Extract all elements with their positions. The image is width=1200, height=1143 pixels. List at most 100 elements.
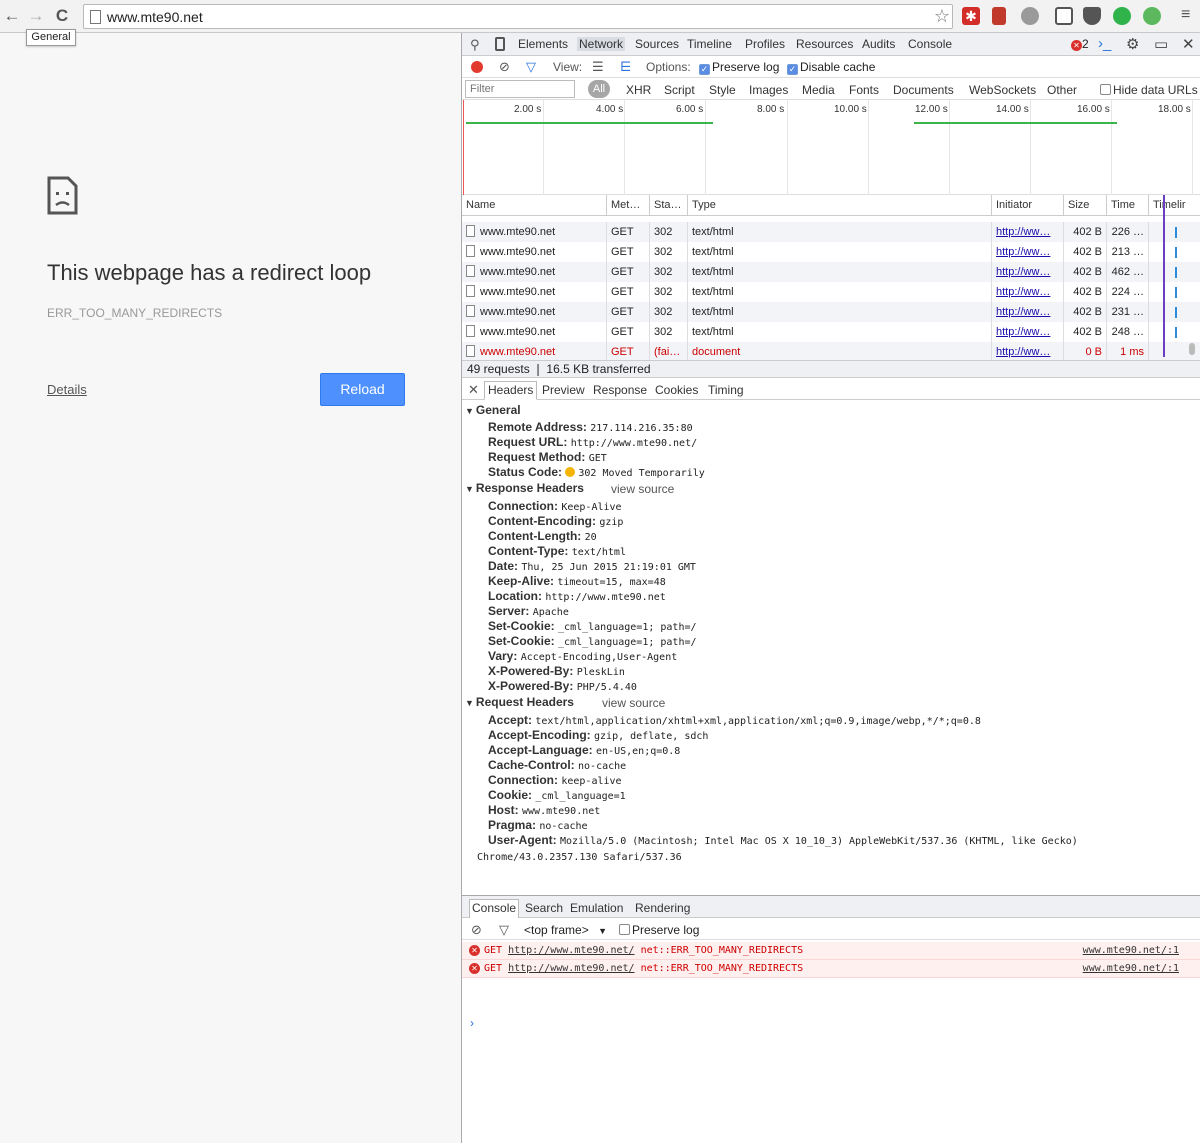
red-book-icon[interactable] bbox=[992, 7, 1006, 25]
request-view-source-link[interactable]: view source bbox=[602, 696, 665, 710]
table-scrollbar[interactable] bbox=[1189, 343, 1195, 355]
table-row[interactable]: www.mte90.net GET 302 text/html http://ww… 40… bbox=[462, 262, 1200, 282]
frame-select[interactable]: <top frame> ▼ bbox=[524, 923, 607, 937]
gray-pen-icon[interactable] bbox=[1021, 7, 1039, 25]
console-error-message[interactable]: ✕ GET http://www.mte90.net/ net::ERR_TOO_… bbox=[462, 960, 1200, 978]
response-view-source-link[interactable]: view source bbox=[611, 482, 674, 496]
reload-button[interactable]: Reload bbox=[320, 373, 405, 406]
cell-initiator[interactable]: http://ww… bbox=[992, 302, 1064, 322]
hide-data-urls-checkbox[interactable]: Hide data URLs bbox=[1100, 83, 1198, 97]
chrome-menu-icon[interactable]: ≡ bbox=[1181, 6, 1190, 24]
cell-initiator[interactable]: http://ww… bbox=[992, 342, 1064, 362]
dock-side-icon[interactable]: ▭ bbox=[1154, 35, 1168, 53]
filter-fonts[interactable]: Fonts bbox=[849, 83, 879, 97]
filter-other[interactable]: Other bbox=[1047, 83, 1077, 97]
message-source-link[interactable]: www.mte90.net/:1 bbox=[1083, 960, 1179, 977]
console-preserve-log-checkbox[interactable]: Preserve log bbox=[619, 923, 699, 937]
close-devtools-icon[interactable]: ✕ bbox=[1182, 35, 1195, 53]
tab-network[interactable]: Network bbox=[577, 37, 626, 51]
tab-resources[interactable]: Resources bbox=[796, 37, 853, 51]
cell-initiator[interactable]: http://ww… bbox=[992, 262, 1064, 282]
filter-input[interactable] bbox=[465, 80, 575, 98]
tab-timeline[interactable]: Timeline bbox=[687, 37, 732, 51]
settings-gear-icon[interactable]: ⚙ bbox=[1126, 35, 1139, 53]
table-row[interactable]: www.mte90.net GET 302 text/html http://ww… 40… bbox=[462, 222, 1200, 242]
drawer-toggle-icon[interactable]: ›_ bbox=[1098, 35, 1111, 52]
general-section-header[interactable]: ▼ General bbox=[465, 403, 521, 417]
drawer-tab-rendering[interactable]: Rendering bbox=[635, 901, 690, 915]
tab-elements[interactable]: Elements bbox=[518, 37, 568, 51]
bookmark-star-icon[interactable]: ☆ bbox=[934, 6, 950, 27]
lastpass-icon[interactable]: ✱ bbox=[962, 7, 980, 25]
filter-xhr[interactable]: XHR bbox=[626, 83, 651, 97]
message-source-link[interactable]: www.mte90.net/:1 bbox=[1083, 942, 1179, 959]
back-button[interactable]: ← bbox=[2, 6, 22, 26]
tab-response[interactable]: Response bbox=[593, 383, 647, 397]
close-detail-icon[interactable]: ✕ bbox=[468, 382, 479, 398]
screenshot-icon[interactable] bbox=[1055, 7, 1073, 25]
console-filter-icon[interactable]: ▽ bbox=[499, 922, 509, 938]
cell-size: 402 B bbox=[1064, 302, 1107, 322]
tab-profiles[interactable]: Profiles bbox=[745, 37, 785, 51]
clear-console-icon[interactable]: ⊘ bbox=[471, 922, 482, 938]
drawer-tab-search[interactable]: Search bbox=[525, 901, 563, 915]
filter-icon[interactable]: ▽ bbox=[526, 59, 536, 75]
col-status[interactable]: Sta… bbox=[650, 195, 688, 216]
tab-headers[interactable]: Headers bbox=[484, 381, 538, 400]
col-timeline[interactable]: Timelir bbox=[1149, 195, 1200, 216]
preserve-log-checkbox[interactable]: ✓ Preserve log bbox=[699, 60, 779, 75]
pocket-icon[interactable] bbox=[1083, 7, 1101, 25]
green-d-icon[interactable] bbox=[1113, 7, 1131, 25]
forward-button[interactable]: → bbox=[26, 6, 46, 26]
cell-status: (fai… bbox=[650, 342, 688, 362]
tab-preview[interactable]: Preview bbox=[542, 383, 585, 397]
error-counter[interactable]: ✕ 2 bbox=[1071, 37, 1089, 51]
col-type[interactable]: Type bbox=[688, 195, 992, 216]
drawer-tab-emulation[interactable]: Emulation bbox=[570, 901, 623, 915]
device-mode-icon[interactable] bbox=[495, 37, 505, 51]
table-row[interactable]: www.mte90.net GET 302 text/html http://ww… 40… bbox=[462, 322, 1200, 342]
col-name[interactable]: Name bbox=[462, 195, 607, 216]
console-prompt[interactable]: › bbox=[470, 1016, 474, 1030]
filter-style[interactable]: Style bbox=[709, 83, 736, 97]
col-method[interactable]: Met… bbox=[607, 195, 650, 216]
table-row[interactable]: www.mte90.net GET 302 text/html http://ww… 40… bbox=[462, 282, 1200, 302]
cell-initiator[interactable]: http://ww… bbox=[992, 282, 1064, 302]
table-row[interactable]: www.mte90.net GET 302 text/html http://ww… 40… bbox=[462, 242, 1200, 262]
filter-all[interactable]: All bbox=[588, 80, 610, 98]
tab-cookies[interactable]: Cookies bbox=[655, 383, 698, 397]
table-row[interactable]: www.mte90.net GET (fai… document http://ww… 0… bbox=[462, 342, 1200, 362]
grid-line bbox=[543, 100, 544, 195]
clear-icon[interactable]: ⊘ bbox=[499, 59, 510, 75]
filter-script[interactable]: Script bbox=[664, 83, 695, 97]
console-error-message[interactable]: ✕ GET http://www.mte90.net/ net::ERR_TOO_… bbox=[462, 942, 1200, 960]
drawer-tab-console[interactable]: Console bbox=[469, 899, 520, 918]
reload-page-button[interactable]: C bbox=[52, 6, 72, 26]
response-headers-section-header[interactable]: ▼ Response Headers bbox=[465, 481, 584, 495]
cell-initiator[interactable]: http://ww… bbox=[992, 242, 1064, 262]
col-size[interactable]: Size bbox=[1064, 195, 1107, 216]
filter-documents[interactable]: Documents bbox=[893, 83, 954, 97]
filter-websockets[interactable]: WebSockets bbox=[969, 83, 1036, 97]
overview-icon[interactable]: ⋿ bbox=[620, 59, 631, 75]
request-headers-section-header[interactable]: ▼ Request Headers bbox=[465, 695, 574, 709]
col-initiator[interactable]: Initiator bbox=[992, 195, 1064, 216]
details-link[interactable]: Details bbox=[47, 382, 87, 397]
green-chat-icon[interactable] bbox=[1143, 7, 1161, 25]
timeline-overview[interactable]: 2.00 s 4.00 s 6.00 s 8.00 s 10.00 s 12.0… bbox=[462, 100, 1200, 195]
record-icon[interactable] bbox=[471, 61, 483, 73]
cell-initiator[interactable]: http://ww… bbox=[992, 322, 1064, 342]
filter-media[interactable]: Media bbox=[802, 83, 835, 97]
tab-timing[interactable]: Timing bbox=[708, 383, 744, 397]
large-rows-icon[interactable]: ☰ bbox=[592, 59, 604, 75]
address-bar[interactable]: www.mte90.net ☆ bbox=[83, 4, 953, 29]
col-time[interactable]: Time bbox=[1107, 195, 1149, 216]
table-row[interactable]: www.mte90.net GET 302 text/html http://ww… 40… bbox=[462, 302, 1200, 322]
filter-images[interactable]: Images bbox=[749, 83, 788, 97]
tab-audits[interactable]: Audits bbox=[862, 37, 895, 51]
disable-cache-checkbox[interactable]: ✓ Disable cache bbox=[787, 60, 875, 75]
tab-console[interactable]: Console bbox=[908, 37, 952, 51]
inspect-search-icon[interactable]: ⚲ bbox=[470, 37, 480, 53]
tab-sources[interactable]: Sources bbox=[635, 37, 679, 51]
cell-initiator[interactable]: http://ww… bbox=[992, 222, 1064, 242]
